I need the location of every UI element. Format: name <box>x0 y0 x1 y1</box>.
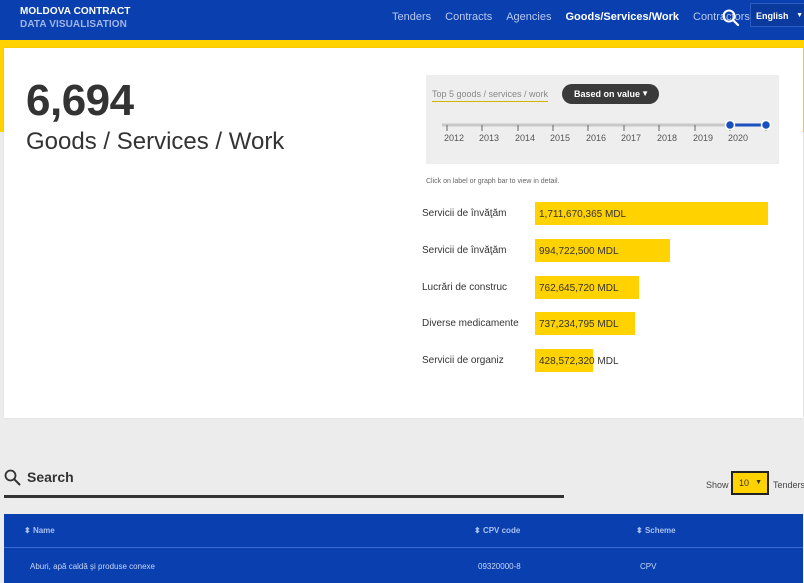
language-label: English <box>756 11 789 21</box>
year-label[interactable]: 2016 <box>581 133 611 143</box>
chevron-down-icon: ▼ <box>755 479 762 486</box>
year-label[interactable]: 2017 <box>616 133 646 143</box>
bar-value-label: 762,645,720 MDL <box>539 283 619 294</box>
filter-panel: Top 5 goods / services / work Based on v… <box>426 75 779 164</box>
year-label[interactable]: 2013 <box>474 133 504 143</box>
column-header-cpv[interactable]: ⬍ CPV code <box>474 526 520 535</box>
bar-value-label: 737,234,795 MDL <box>539 319 619 330</box>
nav-tenders[interactable]: Tenders <box>392 11 431 23</box>
bar-label[interactable]: Servicii de învăţăm <box>422 208 506 219</box>
range-start-handle[interactable] <box>724 119 736 131</box>
year-label[interactable]: 2015 <box>545 133 575 143</box>
search-title[interactable]: Search <box>27 469 74 485</box>
bar-label[interactable]: Servicii de organiz <box>422 355 504 366</box>
table-header: ⬍ Name ⬍ CPV code ⬍ Scheme <box>4 514 803 548</box>
brand-line2: DATA VISUALISATION <box>20 19 127 30</box>
chevron-down-icon: ▼ <box>796 12 803 19</box>
search-icon[interactable] <box>721 8 741 28</box>
bar-label[interactable]: Servicii de învăţăm <box>422 245 506 256</box>
page-size-value: 10 <box>739 478 750 488</box>
search-icon[interactable] <box>4 469 21 486</box>
bar-value-label: 1,711,670,365 MDL <box>539 209 627 220</box>
total-count: 6,694 <box>26 76 134 125</box>
year-range-slider[interactable] <box>426 75 779 164</box>
results-table: ⬍ Name ⬍ CPV code ⬍ Scheme Aburi, apă ca… <box>4 514 803 583</box>
bar-value-label: 428,572,320 MDL <box>539 356 619 367</box>
bar-label[interactable]: Lucrări de construc <box>422 282 507 293</box>
cell-name[interactable]: Aburi, apă caldă şi produse conexe <box>30 562 155 571</box>
range-end-handle[interactable] <box>760 119 772 131</box>
year-label[interactable]: 2020 <box>723 133 753 143</box>
cell-cpv: 09320000-8 <box>478 562 521 571</box>
chart-hint: Click on label or graph bar to view in d… <box>426 178 560 185</box>
summary-card: 6,694 Goods / Services / Work Top 5 good… <box>4 48 803 418</box>
column-header-scheme[interactable]: ⬍ Scheme <box>636 526 676 535</box>
brand-line1: MOLDOVA CONTRACT <box>20 6 131 17</box>
year-label[interactable]: 2012 <box>439 133 469 143</box>
bar-label[interactable]: Diverse medicamente <box>422 318 519 329</box>
site-logo[interactable]: MOLDOVA CONTRACT DATA VISUALISATION <box>20 5 130 31</box>
category-title: Goods / Services / Work <box>26 128 285 155</box>
year-label[interactable]: 2018 <box>652 133 682 143</box>
main-nav: Tenders Contracts Agencies Goods/Service… <box>392 11 764 23</box>
nav-agencies[interactable]: Agencies <box>506 11 551 23</box>
show-label: Show <box>706 480 729 490</box>
year-label[interactable]: 2014 <box>510 133 540 143</box>
top-navbar: MOLDOVA CONTRACT DATA VISUALISATION Tend… <box>0 0 804 40</box>
nav-goods-services-work[interactable]: Goods/Services/Work <box>565 11 679 23</box>
column-header-name[interactable]: ⬍ Name <box>24 526 55 535</box>
search-section: Search <box>4 466 564 498</box>
cell-scheme: CPV <box>640 562 657 571</box>
nav-contracts[interactable]: Contracts <box>445 11 492 23</box>
year-label[interactable]: 2019 <box>688 133 718 143</box>
bar-value-label: 994,722,500 MDL <box>539 246 619 257</box>
page-size-suffix: Tenders <box>773 480 804 490</box>
page-size-select[interactable]: 10 ▼ <box>731 471 769 495</box>
language-select[interactable]: English ▼ <box>750 3 804 27</box>
